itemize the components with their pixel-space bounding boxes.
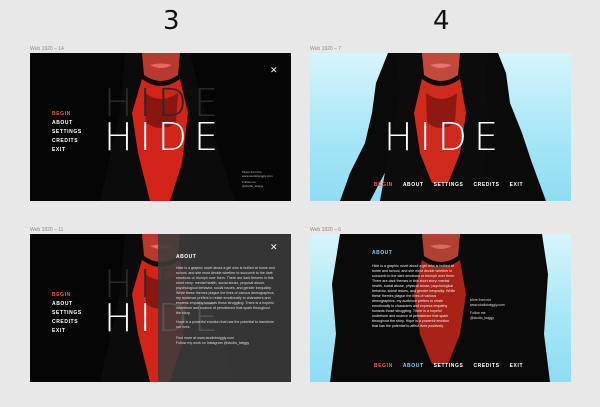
menu-item-settings[interactable]: SETTINGS — [52, 310, 82, 316]
side-link[interactable]: www.studiotwiggly.com — [470, 303, 505, 308]
menu-item-begin[interactable]: BEGIN — [52, 111, 82, 117]
main-menu: BEGIN ABOUT SETTINGS CREDITS EXIT — [374, 182, 523, 188]
credits-link[interactable]: @studio_twiggy — [242, 184, 273, 188]
about-panel: ✕ ABOUT Hide is a graphic novel about a … — [158, 234, 291, 382]
frame-label: Web 1920 – 6 — [310, 227, 342, 233]
game-title: HIDE — [104, 115, 226, 159]
menu-item-about[interactable]: ABOUT — [52, 301, 82, 307]
menu-item-credits[interactable]: CREDITS — [52, 319, 82, 325]
close-icon[interactable]: ✕ — [270, 66, 278, 76]
column-number-4: 4 — [433, 6, 450, 36]
menu-item-about[interactable]: ABOUT — [52, 120, 82, 126]
menu-item-credits[interactable]: CREDITS — [473, 182, 499, 188]
artboard-menu-dark: HIDE HIDE BEGIN ABOUT SETTINGS CREDITS E… — [30, 53, 291, 201]
about-title: ABOUT — [176, 254, 197, 260]
credits-note: Music from the www.studiotwiggly.com Fol… — [242, 170, 273, 188]
menu-item-exit[interactable]: EXIT — [510, 363, 524, 369]
about-link[interactable]: Follow my work on Instagram @studio_twig… — [176, 341, 276, 346]
close-icon[interactable]: ✕ — [270, 243, 278, 253]
artboard-menu-light: HIDE BEGIN ABOUT SETTINGS CREDITS EXIT — [310, 53, 571, 201]
game-title: HIDE — [384, 115, 506, 159]
frame-label: Web 1920 – 14 — [30, 46, 64, 52]
menu-item-begin[interactable]: BEGIN — [374, 182, 393, 188]
about-body: Hide is a graphic novel about a girl who… — [176, 266, 276, 350]
about-body: Hide is a graphic novel about a girl who… — [372, 264, 456, 328]
frame-label: Web 1920 – 11 — [30, 227, 64, 233]
menu-item-settings[interactable]: SETTINGS — [434, 182, 464, 188]
about-title: ABOUT — [372, 250, 393, 256]
about-paragraph: Hope is a powerful emotion that has the … — [176, 320, 275, 329]
menu-item-begin[interactable]: BEGIN — [52, 292, 82, 298]
menu-item-begin[interactable]: BEGIN — [374, 363, 393, 369]
menu-item-settings[interactable]: SETTINGS — [434, 363, 464, 369]
about-side-links: More from me www.studiotwiggly.com Follo… — [470, 298, 505, 321]
credits-link[interactable]: www.studiotwiggly.com — [242, 174, 273, 178]
main-menu: BEGIN ABOUT SETTINGS CREDITS EXIT — [374, 363, 523, 369]
menu-item-credits[interactable]: CREDITS — [52, 138, 82, 144]
menu-item-exit[interactable]: EXIT — [510, 182, 524, 188]
menu-item-about[interactable]: ABOUT — [403, 182, 424, 188]
menu-item-credits[interactable]: CREDITS — [473, 363, 499, 369]
main-menu: BEGIN ABOUT SETTINGS CREDITS EXIT — [52, 292, 82, 334]
main-menu: BEGIN ABOUT SETTINGS CREDITS EXIT — [52, 111, 82, 153]
menu-item-exit[interactable]: EXIT — [52, 147, 82, 153]
menu-item-about[interactable]: ABOUT — [403, 363, 424, 369]
frame-label: Web 1920 – 7 — [310, 46, 342, 52]
menu-item-exit[interactable]: EXIT — [52, 328, 82, 334]
artboard-about-light: ABOUT Hide is a graphic novel about a gi… — [310, 234, 571, 382]
column-number-3: 3 — [163, 6, 180, 36]
side-link[interactable]: @studio_twiggy — [470, 316, 505, 321]
menu-item-settings[interactable]: SETTINGS — [52, 129, 82, 135]
about-paragraph: Hide is a graphic novel about a girl who… — [176, 266, 275, 315]
artboard-about-dark: HIDE HIDE BEGIN ABOUT SETTINGS CREDITS E… — [30, 234, 291, 382]
